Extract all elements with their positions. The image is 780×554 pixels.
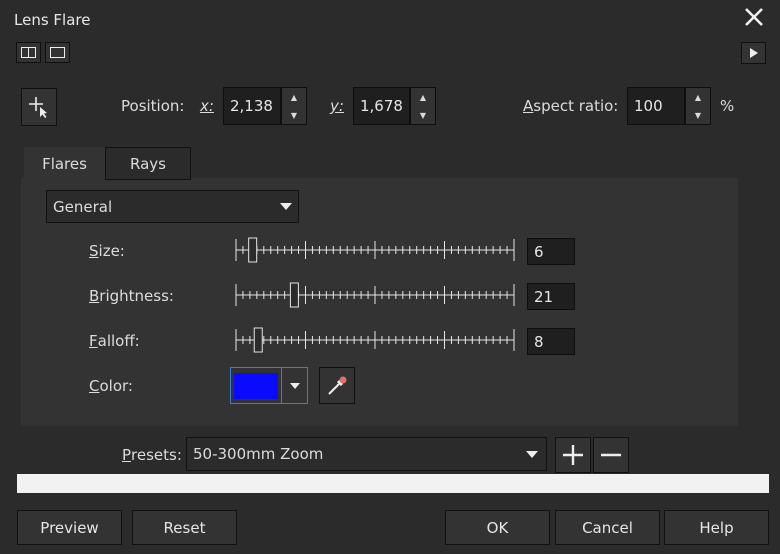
position-x-input[interactable]: 2,138	[223, 87, 281, 125]
slider-value-input[interactable]: 6	[527, 238, 575, 265]
tab-flares[interactable]: Flares	[24, 147, 105, 180]
slider[interactable]	[234, 280, 516, 310]
aspect-ratio-unit: %	[720, 97, 735, 115]
presets-label: Presets:	[122, 446, 182, 464]
eyedropper-icon[interactable]	[319, 367, 355, 404]
color-dropdown-button[interactable]	[281, 368, 307, 403]
reset-button[interactable]: Reset	[132, 510, 237, 545]
help-button[interactable]: Help	[664, 510, 769, 545]
position-x-label: x:	[200, 97, 214, 115]
preview-button[interactable]: Preview	[17, 510, 122, 545]
increment-icon[interactable]: ▲	[686, 88, 710, 106]
presets-dropdown[interactable]: 50-300mm Zoom	[186, 437, 547, 471]
slider-label: Falloff:	[89, 332, 140, 350]
split-view-icon[interactable]	[16, 42, 41, 63]
pick-position-icon[interactable]	[21, 88, 57, 126]
position-y-label: y:	[330, 97, 344, 115]
position-y-input[interactable]: 1,678	[353, 87, 410, 125]
aspect-ratio-field[interactable]: 100 ▲ ▼	[627, 87, 711, 125]
tab-rays[interactable]: Rays	[105, 147, 191, 180]
position-x-field[interactable]: 2,138 ▲ ▼	[223, 87, 307, 125]
position-y-stepper[interactable]: ▲ ▼	[410, 87, 436, 125]
position-label: Position:	[121, 97, 185, 115]
remove-preset-icon[interactable]	[593, 437, 629, 473]
slider-value-input[interactable]: 21	[527, 283, 575, 310]
slider-label: Brightness:	[89, 287, 174, 305]
color-swatch-fill	[234, 372, 278, 399]
slider[interactable]	[234, 235, 516, 265]
slider-thumb[interactable]	[248, 237, 258, 263]
slider-value-input[interactable]: 8	[527, 328, 575, 355]
slider-label: Size:	[89, 242, 125, 260]
cancel-button[interactable]: Cancel	[555, 510, 660, 545]
add-preset-icon[interactable]	[555, 437, 591, 473]
position-x-stepper[interactable]: ▲ ▼	[281, 87, 307, 125]
decrement-icon[interactable]: ▼	[411, 106, 435, 124]
decrement-icon[interactable]: ▼	[282, 106, 306, 124]
color-swatch[interactable]	[231, 368, 281, 403]
window-title: Lens Flare	[14, 11, 91, 29]
close-icon[interactable]	[742, 6, 766, 28]
play-preview-icon[interactable]	[741, 42, 766, 64]
decrement-icon[interactable]: ▼	[686, 106, 710, 124]
color-picker[interactable]	[230, 367, 308, 404]
color-label: Color:	[89, 377, 133, 395]
aspect-ratio-stepper[interactable]: ▲ ▼	[685, 87, 711, 125]
category-dropdown[interactable]: General	[46, 190, 299, 223]
chevron-down-icon	[526, 450, 538, 458]
slider-thumb[interactable]	[289, 282, 299, 308]
single-view-icon[interactable]	[45, 42, 70, 63]
position-y-field[interactable]: 1,678 ▲ ▼	[353, 87, 436, 125]
aspect-ratio-input[interactable]: 100	[627, 87, 685, 125]
increment-icon[interactable]: ▲	[411, 88, 435, 106]
ok-button[interactable]: OK	[445, 510, 550, 545]
increment-icon[interactable]: ▲	[282, 88, 306, 106]
chevron-down-icon	[280, 203, 292, 210]
category-selected: General	[53, 197, 113, 216]
aspect-ratio-label: Aspect ratio:	[523, 97, 619, 115]
slider-thumb[interactable]	[253, 327, 263, 353]
chevron-down-icon	[289, 382, 300, 389]
presets-selected: 50-300mm Zoom	[193, 445, 324, 463]
slider[interactable]	[234, 325, 516, 355]
progress-bar	[17, 474, 769, 493]
